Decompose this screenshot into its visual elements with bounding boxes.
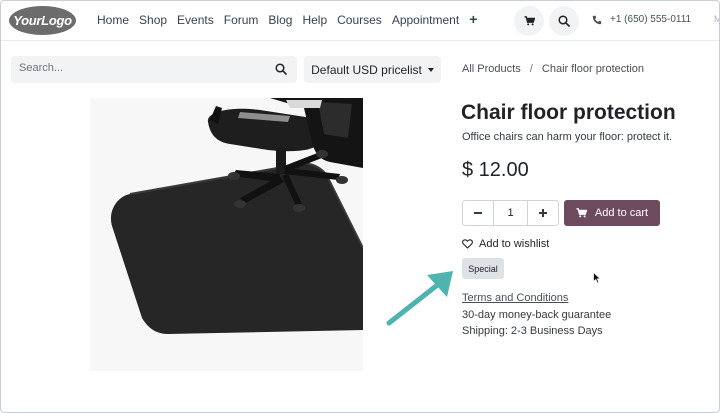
logo-text: YourLogo	[13, 13, 72, 28]
cart-button[interactable]	[514, 6, 544, 36]
plus-icon[interactable]: +	[469, 11, 477, 27]
chair-mat-illustration	[110, 98, 363, 334]
logo[interactable]: YourLogo	[9, 6, 76, 35]
nav-item-events[interactable]: Events	[177, 13, 214, 27]
cart-icon	[524, 16, 535, 26]
increase-quantity-button[interactable]	[527, 201, 558, 225]
nav-item-forum[interactable]: Forum	[224, 13, 259, 27]
add-to-cart-label: Add to cart	[594, 207, 649, 219]
phone-icon	[592, 15, 602, 24]
search-input[interactable]	[19, 62, 259, 74]
pricelist-label: Default USD pricelist	[311, 62, 422, 77]
product-description: Office chairs can harm your floor: prote…	[462, 131, 673, 143]
guarantee-text: 30-day money-back guarantee	[462, 309, 612, 321]
pricelist-dropdown[interactable]: Default USD pricelist	[304, 56, 441, 83]
product-title: Chair floor protection	[461, 101, 676, 124]
wishlist-label: Add to wishlist	[479, 238, 550, 250]
product-price: $ 12.00	[462, 159, 529, 181]
quantity-input[interactable]	[494, 201, 527, 225]
search-icon	[558, 15, 570, 27]
breadcrumb: All Products / Chair floor protection	[462, 63, 644, 75]
add-to-cart-button[interactable]: Add to cart	[564, 200, 660, 226]
decrease-quantity-button[interactable]	[463, 201, 494, 225]
nav-item-help[interactable]: Help	[302, 13, 327, 27]
shipping-text: Shipping: 2-3 Business Days	[462, 325, 603, 337]
product-image[interactable]	[90, 98, 363, 371]
chevron-down-icon	[427, 67, 434, 72]
main-menu: Home Shop Events Forum Blog Help Courses…	[97, 11, 487, 27]
nav-item-courses[interactable]: Courses	[337, 13, 382, 27]
nav-item-blog[interactable]: Blog	[268, 13, 292, 27]
quantity-stepper	[462, 200, 559, 226]
nav-item-shop[interactable]: Shop	[139, 13, 167, 27]
breadcrumb-all-products[interactable]: All Products	[462, 63, 521, 75]
mouse-cursor-icon	[593, 272, 601, 284]
breadcrumb-current: Chair floor protection	[541, 63, 644, 75]
search-icon[interactable]	[275, 63, 287, 75]
add-to-wishlist-link[interactable]: Add to wishlist	[462, 238, 549, 250]
top-navbar: YourLogo Home Shop Events Forum Blog Hel…	[1, 1, 719, 41]
plus-icon	[539, 209, 547, 217]
cart-icon	[576, 208, 587, 218]
minus-icon	[474, 212, 482, 214]
phone-link[interactable]: +1 (650) 555-0111	[592, 14, 691, 25]
breadcrumb-separator: /	[529, 63, 533, 75]
nav-item-appointment[interactable]: Appointment	[392, 13, 459, 27]
search-button[interactable]	[549, 6, 579, 36]
special-tag-badge: Special	[462, 258, 504, 279]
truncated-nav-text: M	[714, 14, 719, 24]
annotation-arrow-icon	[386, 271, 453, 326]
heart-icon	[462, 239, 473, 249]
product-search-bar	[11, 56, 297, 83]
terms-and-conditions-link[interactable]: Terms and Conditions	[462, 292, 568, 304]
browser-frame: YourLogo Home Shop Events Forum Blog Hel…	[0, 0, 720, 413]
phone-number: +1 (650) 555-0111	[610, 14, 692, 25]
nav-item-home[interactable]: Home	[97, 13, 129, 27]
